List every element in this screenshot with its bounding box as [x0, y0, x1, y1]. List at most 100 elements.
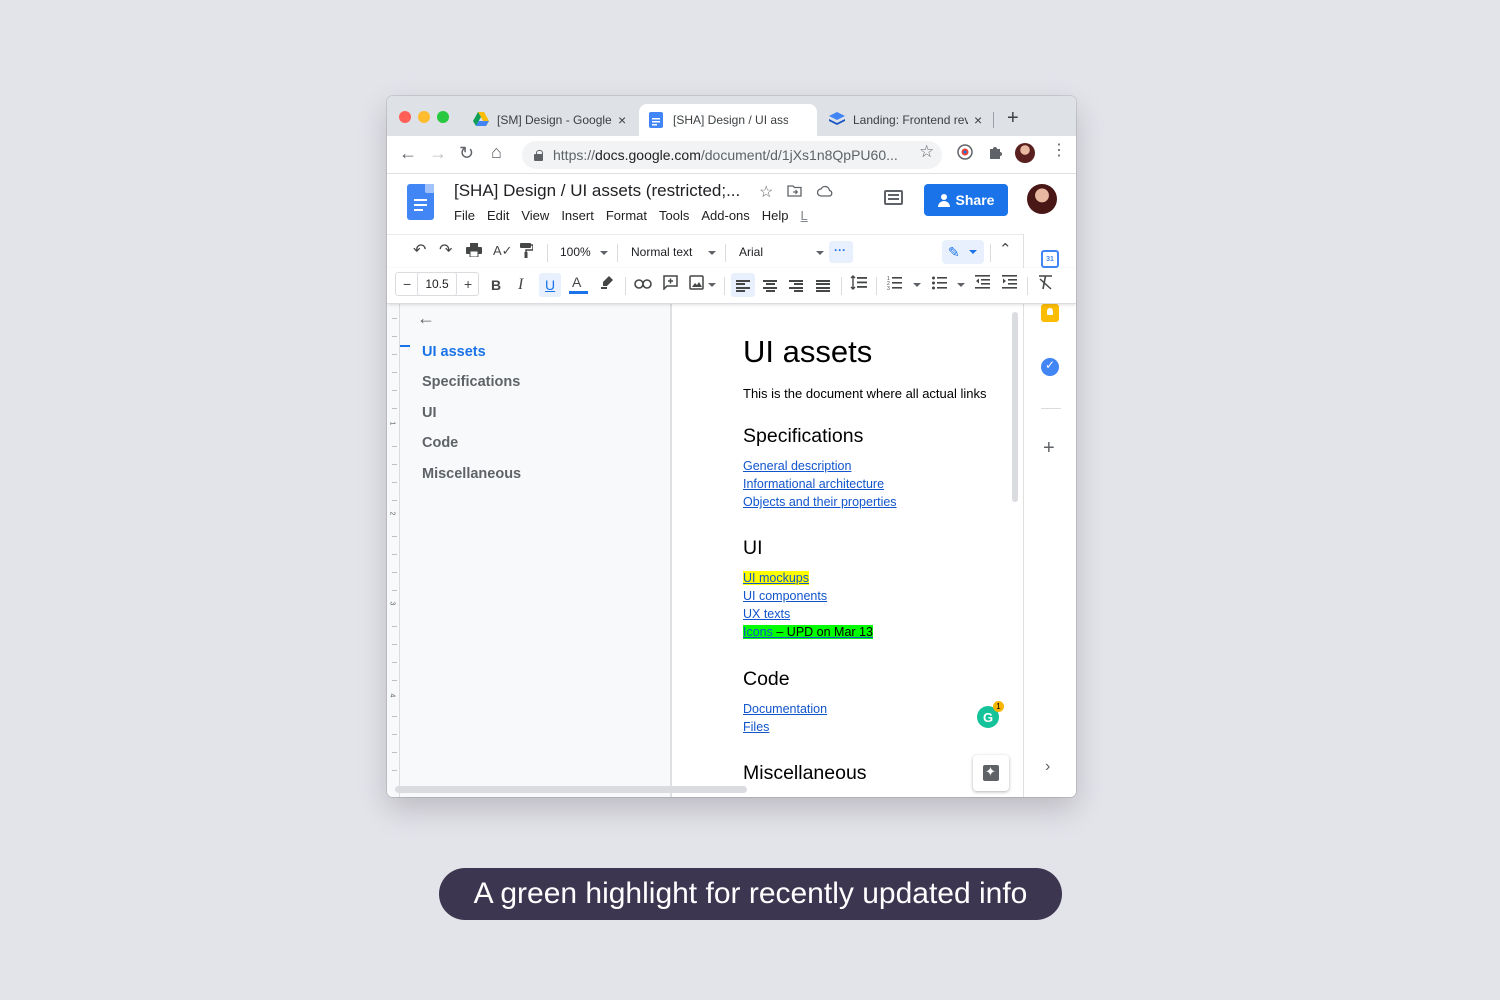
link-icon[interactable]	[634, 276, 652, 292]
extension-icon[interactable]	[957, 144, 973, 165]
comment-history-icon[interactable]	[884, 190, 903, 205]
menu-view[interactable]: View	[521, 208, 549, 223]
grammarly-count-badge: 1	[993, 701, 1004, 712]
undo-icon[interactable]: ↶	[413, 243, 426, 259]
move-folder-icon[interactable]	[787, 184, 802, 200]
menu-format[interactable]: Format	[606, 208, 647, 223]
add-comment-icon[interactable]	[663, 275, 678, 293]
calendar-icon[interactable]: 31	[1041, 250, 1059, 268]
insert-image-icon[interactable]	[689, 275, 704, 293]
numbered-list-icon[interactable]: 123	[887, 275, 902, 293]
justify-icon[interactable]	[816, 280, 830, 292]
tab-drive[interactable]: [SM] Design - Google Drive ×	[463, 104, 636, 136]
ruler-number: 4	[388, 693, 396, 698]
zoom-select[interactable]: 100%	[560, 245, 591, 259]
align-center-icon[interactable]	[763, 280, 777, 292]
close-icon[interactable]: ×	[974, 112, 982, 128]
font-select[interactable]: Arial	[739, 245, 763, 259]
forward-icon[interactable]: →	[429, 144, 447, 162]
style-select[interactable]: Normal text	[631, 245, 692, 259]
menu-insert[interactable]: Insert	[561, 208, 594, 223]
address-bar[interactable]: https://docs.google.com/document/d/1jXs1…	[522, 141, 942, 169]
bookmark-star-icon[interactable]: ☆	[919, 143, 934, 161]
link-ui-mockups[interactable]: UI mockups	[743, 571, 809, 585]
increase-font-size-icon[interactable]: +	[464, 276, 472, 292]
tab-docs[interactable]: [SHA] Design / UI assets	[639, 104, 817, 136]
doc-title[interactable]: [SHA] Design / UI assets (restricted;...	[454, 181, 740, 201]
toolbar-row-1: ↶ ↷ A✓ 100% Normal text Arial ··· ✎ ⌃	[387, 234, 1023, 268]
bulleted-list-icon[interactable]	[932, 275, 947, 293]
tab-landing[interactable]: Landing: Frontend review ×	[819, 104, 992, 136]
outline-item-ui[interactable]: UI	[422, 405, 437, 421]
decrease-indent-icon[interactable]	[975, 275, 990, 292]
increase-indent-icon[interactable]	[1002, 275, 1017, 292]
underline-icon[interactable]: U	[545, 277, 555, 293]
outline-item-ui-assets[interactable]: UI assets	[422, 344, 486, 360]
spellcheck-icon[interactable]: A✓	[493, 243, 513, 259]
font-size-input[interactable]: 10.5	[417, 272, 457, 296]
bold-icon[interactable]: B	[491, 277, 501, 293]
star-icon[interactable]: ☆	[759, 182, 773, 202]
reload-icon[interactable]: ↻	[459, 144, 474, 162]
back-arrow-icon[interactable]: ←	[417, 308, 435, 329]
menu-addons[interactable]: Add-ons	[701, 208, 749, 223]
home-icon[interactable]: ⌂	[491, 143, 502, 161]
vertical-scrollbar[interactable]	[1012, 312, 1018, 502]
align-left-icon[interactable]	[736, 280, 750, 292]
keep-icon[interactable]	[1041, 304, 1059, 322]
decrease-font-size-icon[interactable]: −	[403, 276, 411, 292]
print-icon[interactable]	[466, 243, 482, 260]
line-spacing-icon[interactable]	[850, 275, 868, 293]
lock-person-icon	[937, 193, 950, 207]
minimize-window-button[interactable]	[418, 111, 430, 123]
explore-button[interactable]	[973, 755, 1009, 791]
editing-mode-button[interactable]: ✎	[942, 240, 984, 264]
chevron-down-icon	[816, 251, 824, 255]
google-docs-logo-icon[interactable]	[407, 184, 434, 220]
paint-format-icon[interactable]	[520, 243, 534, 261]
italic-icon[interactable]: I	[518, 277, 523, 293]
outline-item-miscellaneous[interactable]: Miscellaneous	[422, 466, 521, 482]
link-icons[interactable]: Icons	[743, 625, 773, 639]
link-objects-properties[interactable]: Objects and their properties	[743, 495, 897, 509]
clear-formatting-icon[interactable]	[1038, 275, 1053, 293]
link-ui-components[interactable]: UI components	[743, 589, 827, 603]
link-ux-texts[interactable]: UX texts	[743, 607, 790, 621]
link-documentation[interactable]: Documentation	[743, 702, 827, 716]
link-files[interactable]: Files	[743, 720, 769, 734]
chevron-right-icon[interactable]: ›	[1045, 758, 1050, 776]
avatar[interactable]	[1015, 143, 1035, 163]
close-icon[interactable]: ×	[618, 112, 626, 128]
browser-window: [SM] Design - Google Drive × [SHA] Desig…	[387, 96, 1076, 797]
puzzle-icon[interactable]	[987, 144, 1003, 165]
menu-file[interactable]: File	[454, 208, 475, 223]
collapse-menus-icon[interactable]: ⌃	[999, 242, 1012, 258]
share-button[interactable]: Share	[924, 184, 1008, 216]
text-color-icon[interactable]: A	[572, 274, 581, 290]
back-icon[interactable]: ←	[399, 144, 417, 162]
outline-item-code[interactable]: Code	[422, 435, 458, 451]
redo-icon[interactable]: ↷	[439, 243, 452, 259]
tasks-icon[interactable]	[1041, 358, 1059, 376]
tab-title: [SHA] Design / UI assets	[673, 113, 788, 127]
link-informational-architecture[interactable]: Informational architecture	[743, 477, 884, 491]
cloud-status-icon[interactable]	[816, 184, 833, 200]
tab-strip: [SM] Design - Google Drive × [SHA] Desig…	[387, 96, 1076, 136]
document-page[interactable]: UI assets This is the document where all…	[671, 304, 1023, 797]
menu-edit[interactable]: Edit	[487, 208, 509, 223]
more-vert-icon[interactable]: ⋮	[1051, 142, 1067, 160]
menu-help[interactable]: Help	[762, 208, 789, 223]
outline-item-specifications[interactable]: Specifications	[422, 374, 520, 390]
account-avatar[interactable]	[1027, 184, 1057, 214]
maximize-window-button[interactable]	[437, 111, 449, 123]
link-general-description[interactable]: General description	[743, 459, 851, 473]
add-addon-icon[interactable]: +	[1043, 437, 1055, 460]
align-right-icon[interactable]	[789, 280, 803, 292]
horizontal-scrollbar[interactable]	[395, 786, 747, 793]
new-tab-icon[interactable]: +	[1007, 108, 1019, 128]
last-edit-link[interactable]: L	[801, 208, 808, 223]
svg-text:3: 3	[887, 286, 890, 290]
highlight-color-icon[interactable]	[600, 275, 614, 292]
close-window-button[interactable]	[399, 111, 411, 123]
menu-tools[interactable]: Tools	[659, 208, 689, 223]
